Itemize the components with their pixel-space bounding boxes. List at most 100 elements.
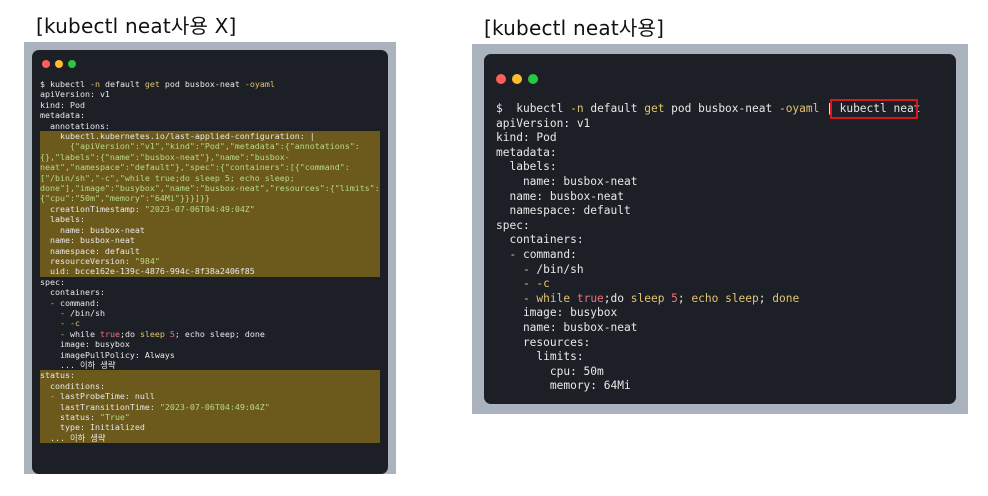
close-dot-icon[interactable]: [42, 60, 50, 68]
terminal-line: containers:: [40, 287, 380, 297]
code-token: while: [536, 291, 577, 305]
terminal-line: spec:: [496, 219, 920, 234]
terminal-line: image: busybox: [496, 306, 920, 321]
terminal-line: - -c: [496, 277, 920, 292]
code-token: spec:: [40, 276, 65, 287]
code-token: annotations:: [40, 120, 110, 131]
code-token: namespace: default: [496, 204, 631, 218]
terminal-line: kind: Pod: [496, 131, 920, 146]
code-token: kind: Pod: [40, 99, 85, 110]
terminal-output-left: $ kubectl -n default get pod busbox-neat…: [40, 79, 380, 444]
maximize-dot-icon[interactable]: [528, 74, 538, 84]
code-token: ;: [677, 291, 692, 305]
terminal-line: imagePullPolicy: Always: [40, 350, 380, 360]
code-token: neat","namespace":"default"},"spec":{"co…: [40, 162, 350, 173]
terminal-line: cpu: 50m: [496, 365, 920, 380]
code-token: true: [576, 291, 604, 305]
code-token: name: busbox-neat: [40, 235, 135, 246]
terminal-line: name: busbox-neat: [496, 190, 920, 205]
code-token: lastTransitionTime:: [40, 401, 160, 412]
code-token: command:: [522, 247, 577, 261]
code-token: command:: [59, 297, 100, 308]
terminal-line: creationTimestamp: "2023-07-06T04:49:04Z…: [40, 203, 380, 215]
minimize-dot-icon[interactable]: [55, 60, 63, 68]
code-token: "2023-07-06T04:49:04Z": [159, 401, 270, 412]
code-token: $: [496, 102, 517, 115]
code-token: ["/bin/sh","-c","while true;do sleep 5; …: [40, 172, 295, 183]
code-token: sleep: [139, 328, 170, 339]
terminal-line: $ kubectl -n default get pod busbox-neat…: [40, 79, 380, 89]
code-token: resources:: [496, 335, 591, 349]
code-token: pod busbox-neat: [664, 102, 779, 115]
code-token: done"],"image":"busybox","name":"busbox-…: [40, 183, 380, 194]
terminal-line: limits:: [496, 350, 920, 365]
maximize-dot-icon[interactable]: [68, 60, 76, 68]
terminal-line: resourceVersion: "984": [40, 255, 380, 267]
terminal-window-right: $ kubectl -n default get pod busbox-neat…: [484, 54, 956, 404]
code-token: apiVersion: v1: [496, 116, 591, 130]
terminal-line: ["/bin/sh","-c","while true;do sleep 5; …: [40, 172, 380, 184]
code-token: containers:: [496, 233, 584, 247]
terminal-line: status:: [40, 370, 380, 381]
terminal-line: done"],"image":"busybox","name":"busbox-…: [40, 183, 380, 194]
terminal-line: metadata:: [40, 110, 380, 120]
code-token: {},"labels":{"name":"busbox-neat"},"name…: [40, 151, 290, 162]
minimize-dot-icon[interactable]: [512, 74, 522, 84]
code-token: ;: [758, 291, 773, 305]
window-controls: [42, 60, 76, 68]
code-token: -oyaml: [244, 79, 275, 89]
code-token: /bin/sh: [69, 307, 105, 318]
terminal-line: {"apiVersion":"v1","kind":"Pod","metadat…: [40, 141, 380, 152]
terminal-line: ... 이하 생략: [40, 432, 380, 444]
terminal-line: image: busybox: [40, 339, 380, 349]
code-token: limits:: [496, 350, 584, 364]
code-token: ; echo sleep; done: [174, 328, 265, 339]
terminal-line: resources:: [496, 336, 920, 351]
code-token: kubectl: [516, 102, 564, 115]
code-token: memory: 64Mi: [496, 379, 631, 393]
left-panel-title: [kubectl neat사용 X]: [36, 14, 237, 38]
code-token: -: [40, 307, 70, 318]
terminal-line: type: Initialized: [40, 422, 380, 433]
code-token: kubectl: [50, 79, 85, 89]
code-token: -: [496, 291, 537, 305]
terminal-line: conditions:: [40, 380, 380, 392]
code-token: -n: [84, 79, 105, 89]
code-token: name: busbox-neat: [496, 320, 638, 334]
terminal-line: metadata:: [496, 146, 920, 161]
terminal-line: - lastProbeTime: null: [40, 391, 380, 402]
terminal-line: - /bin/sh: [496, 263, 920, 278]
code-token: labels:: [40, 214, 85, 225]
code-token: metadata:: [40, 110, 85, 121]
code-token: -: [40, 297, 60, 308]
terminal-line: containers:: [496, 233, 920, 248]
kubectl-neat-highlight-box: [830, 99, 918, 119]
code-token: status:: [40, 412, 100, 422]
code-token: name: busbox-neat: [40, 224, 145, 235]
code-token: containers:: [40, 287, 105, 298]
code-token: {"cpu":"50m","memory":"64Mi"}}}]}}: [40, 193, 210, 204]
code-token: done: [772, 291, 800, 305]
code-token: pod busbox-neat: [159, 79, 245, 89]
code-token: conditions:: [40, 380, 105, 391]
code-token: -n: [563, 102, 591, 115]
code-token: spec:: [496, 218, 530, 232]
right-panel-title: [kubectl neat사용]: [484, 16, 665, 40]
code-token: namespace: default: [40, 245, 140, 256]
close-dot-icon[interactable]: [496, 74, 506, 84]
terminal-line: uid: bcce162e-139c-4876-994c-8f38a2406f8…: [40, 266, 380, 277]
code-token: {"apiVersion":"v1","kind":"Pod","metadat…: [40, 141, 360, 152]
code-token: "984": [134, 255, 160, 266]
code-token: get: [144, 79, 160, 89]
code-token: metadata:: [496, 145, 557, 159]
terminal-window-left: $ kubectl -n default get pod busbox-neat…: [32, 50, 388, 474]
terminal-line: {"cpu":"50m","memory":"64Mi"}}}]}}: [40, 193, 380, 204]
code-token: default: [104, 79, 145, 89]
code-token: -oyaml: [778, 102, 820, 115]
code-token: kubectl.kubernetes.io/last-applied-confi…: [40, 131, 315, 142]
code-token: 5: [671, 291, 678, 305]
code-token: cpu: 50m: [496, 364, 604, 378]
code-token: image: busybox: [496, 306, 618, 320]
code-token: while: [69, 328, 100, 339]
terminal-line: - /bin/sh: [40, 308, 380, 318]
